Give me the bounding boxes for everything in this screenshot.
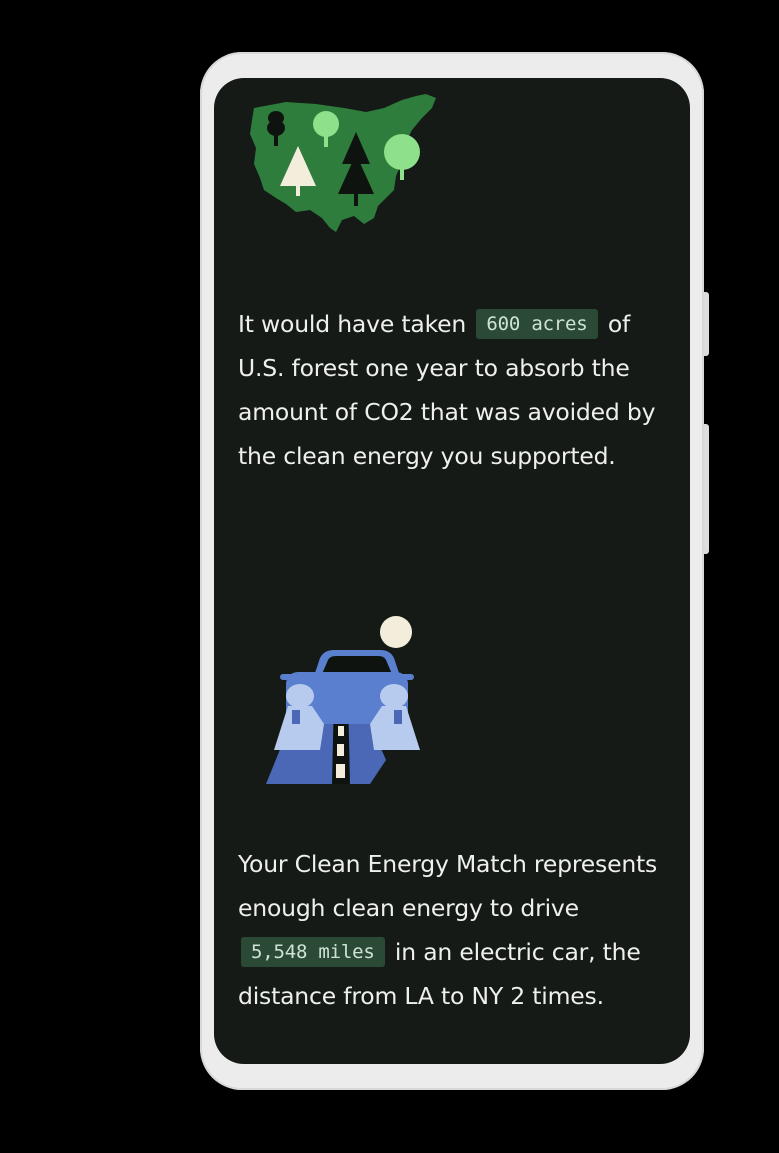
phone-frame: It would have taken 600 acres of U.S. fo… <box>200 52 704 1090</box>
phone-screen[interactable]: It would have taken 600 acres of U.S. fo… <box>214 78 690 1064</box>
forest-acres-highlight: 600 acres <box>476 309 598 339</box>
forest-fact-text-before: It would have taken <box>238 310 467 338</box>
drive-fact: Your Clean Energy Match represents enoug… <box>238 842 678 1018</box>
forest-fact: It would have taken 600 acres of U.S. fo… <box>238 302 678 478</box>
drive-miles-highlight: 5,548 miles <box>241 937 385 967</box>
us-map-forest-icon <box>250 94 436 232</box>
drive-fact-text-before: Your Clean Energy Match represents enoug… <box>238 850 658 922</box>
electric-car-road-icon <box>266 616 420 784</box>
